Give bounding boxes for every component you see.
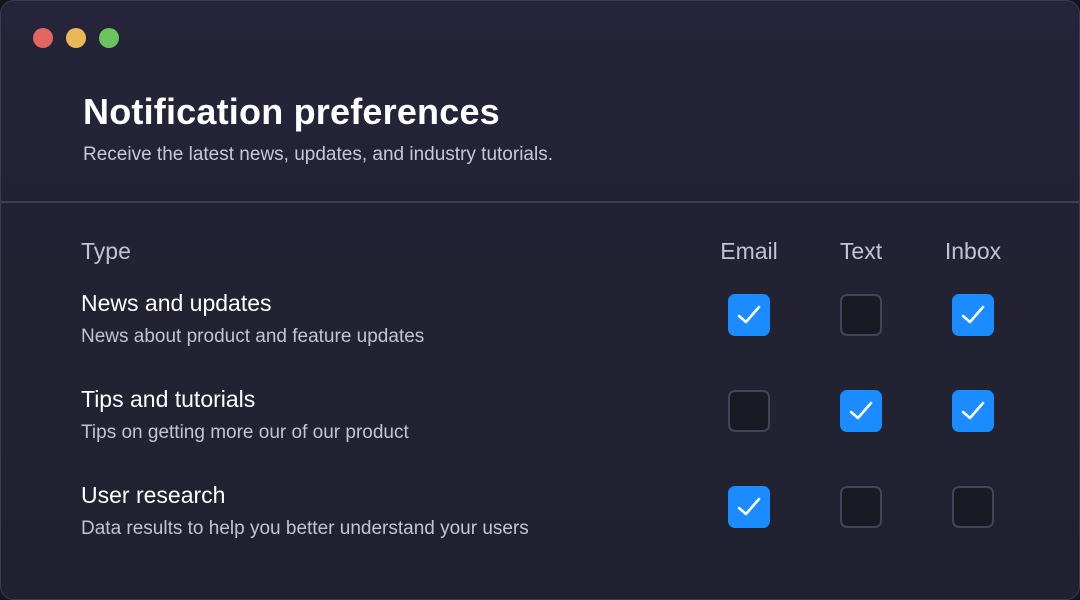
page-title: Notification preferences	[83, 91, 500, 132]
row-description: Data results to help you better understa…	[81, 518, 529, 539]
text-checkbox[interactable]	[840, 390, 882, 432]
email-checkbox[interactable]	[728, 390, 770, 432]
column-header-type: Type	[81, 238, 131, 264]
preferences-window: Notification preferences Receive the lat…	[0, 0, 1080, 600]
email-checkbox[interactable]	[728, 486, 770, 528]
column-header-email: Email	[720, 238, 778, 264]
minimize-window-button[interactable]	[66, 28, 86, 48]
column-header-inbox: Inbox	[944, 238, 1002, 264]
row-title: User research	[81, 482, 226, 508]
text-checkbox[interactable]	[840, 486, 882, 528]
table-row: Tips and tutorials Tips on getting more …	[1, 385, 1079, 475]
window-controls	[33, 28, 119, 48]
checkmark-icon	[737, 305, 761, 324]
inbox-checkbox[interactable]	[952, 390, 994, 432]
checkmark-icon	[737, 497, 761, 516]
checkmark-icon	[961, 401, 985, 420]
email-checkbox[interactable]	[728, 294, 770, 336]
page-subtitle: Receive the latest news, updates, and in…	[83, 144, 553, 165]
row-title: News and updates	[81, 290, 272, 316]
close-window-button[interactable]	[33, 28, 53, 48]
maximize-window-button[interactable]	[99, 28, 119, 48]
inbox-checkbox[interactable]	[952, 486, 994, 528]
row-description: News about product and feature updates	[81, 326, 425, 347]
checkmark-icon	[849, 401, 873, 420]
inbox-checkbox[interactable]	[952, 294, 994, 336]
column-header-text: Text	[839, 238, 883, 264]
text-checkbox[interactable]	[840, 294, 882, 336]
header-divider	[1, 201, 1079, 203]
row-description: Tips on getting more our of our product	[81, 422, 409, 443]
table-row: User research Data results to help you b…	[1, 481, 1079, 571]
checkmark-icon	[961, 305, 985, 324]
table-row: News and updates News about product and …	[1, 289, 1079, 379]
row-title: Tips and tutorials	[81, 386, 256, 412]
